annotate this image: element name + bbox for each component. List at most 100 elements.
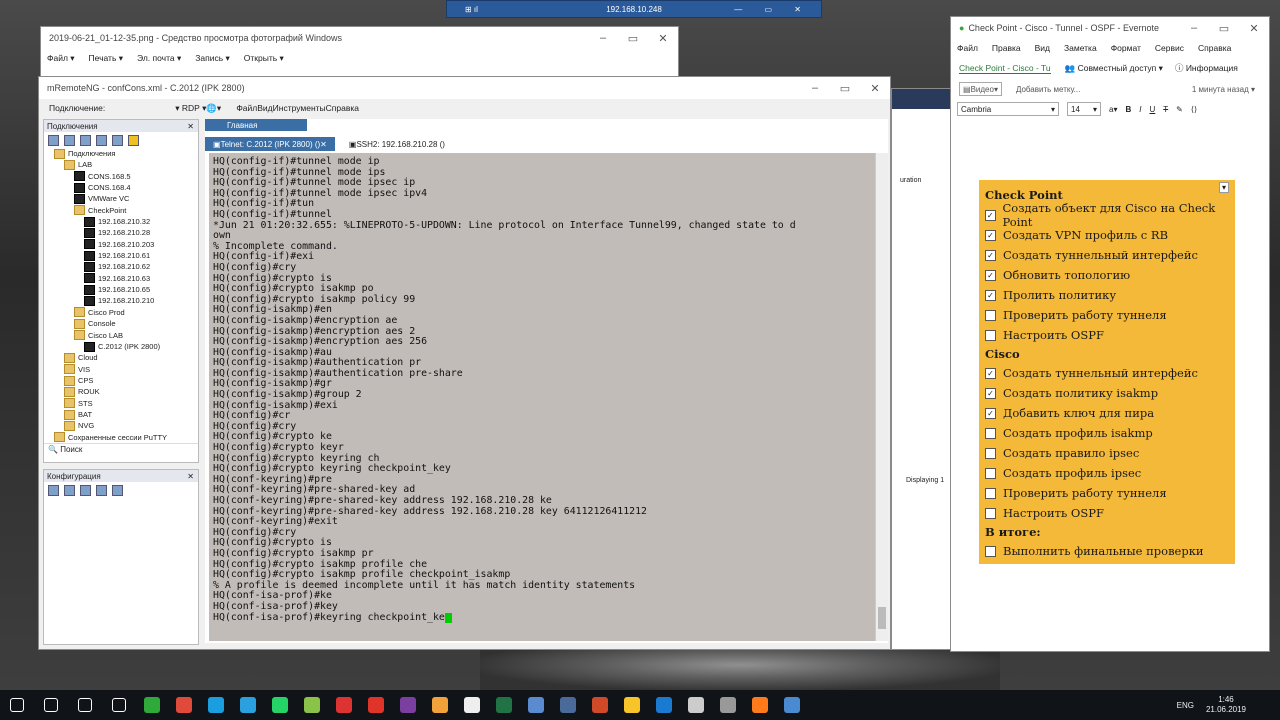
tree-item[interactable]: Console	[44, 318, 198, 329]
evernote-window[interactable]: ● Check Point - Cisco - Tunnel - OSPF - …	[950, 16, 1270, 652]
tree-item[interactable]: Подключения	[44, 148, 198, 159]
checklist-item[interactable]: Проверить работу туннеля	[979, 305, 1235, 325]
tree-item[interactable]: CONS.168.4	[44, 182, 198, 193]
menu-item[interactable]: Файл ▾	[47, 53, 75, 64]
menu-item[interactable]: Печать ▾	[89, 53, 123, 64]
notepadpp-icon[interactable]	[304, 697, 320, 713]
tree-item[interactable]: STS	[44, 398, 198, 409]
terminal-console[interactable]: HQ(config-if)#tunnel mode ip HQ(config-if…	[209, 153, 879, 641]
menu-item[interactable]: Сервис	[1155, 43, 1184, 53]
maximize-button[interactable]: ▭	[618, 32, 648, 45]
chrome-icon[interactable]	[176, 697, 192, 713]
checklist-item[interactable]: Создать правило ipsec	[979, 443, 1235, 463]
checkbox[interactable]	[985, 545, 996, 557]
menu-item[interactable]: Заметка	[1064, 43, 1097, 53]
checkbox[interactable]	[985, 309, 996, 321]
onenote-icon[interactable]	[400, 697, 416, 713]
tree-item[interactable]: CONS.168.5	[44, 171, 198, 182]
checkbox[interactable]: ✓	[985, 387, 996, 399]
minimize-button[interactable]: –	[588, 32, 618, 45]
text-color-icon[interactable]: a▾	[1109, 105, 1117, 114]
alphabetical-icon[interactable]	[64, 484, 75, 496]
search-app-icon[interactable]	[432, 697, 448, 713]
italic-icon[interactable]: I	[1139, 105, 1141, 114]
close-panel-icon[interactable]: ✕	[187, 122, 194, 131]
inheritance-icon[interactable]	[112, 484, 123, 496]
tags-input[interactable]: Добавить метку...	[1016, 85, 1080, 94]
expand-icon[interactable]	[80, 134, 91, 146]
note-tab[interactable]: Check Point - Cisco - Tu	[959, 63, 1051, 74]
clock[interactable]: 1:46 21.06.2019	[1206, 695, 1246, 715]
checklist-item[interactable]: Настроить OSPF	[979, 503, 1235, 523]
menu-item[interactable]: Файл	[236, 103, 257, 113]
evernote-titlebar[interactable]: ● Check Point - Cisco - Tunnel - OSPF - …	[951, 17, 1269, 39]
menu-item[interactable]: Справка	[1198, 43, 1231, 53]
checkbox[interactable]: ✓	[985, 269, 996, 281]
new-folder-icon[interactable]	[64, 134, 75, 146]
menu-item[interactable]: Справка	[326, 103, 359, 113]
checklist-item[interactable]: ✓ Создать туннельный интерфейс	[979, 245, 1235, 265]
whatsapp-icon[interactable]	[272, 697, 288, 713]
checklist-item[interactable]: ✓ Создать политику isakmp	[979, 383, 1235, 403]
checklist-item[interactable]: Настроить OSPF	[979, 325, 1235, 345]
note-body[interactable]: ▾ Check Point ✓ Создать объект для Cisco на…	[979, 180, 1235, 564]
minimize-button[interactable]: –	[800, 82, 830, 95]
tree-item[interactable]: Cisco Prod	[44, 307, 198, 318]
taskview-icon[interactable]	[78, 698, 92, 712]
close-tab-icon[interactable]: ✕	[320, 140, 327, 149]
font-size-selector[interactable]: 14 ▾	[1067, 102, 1101, 116]
session-tab[interactable]: ▣ Telnet: C.2012 (IPK 2800) () ✕	[205, 137, 335, 151]
tree-item[interactable]: Cloud	[44, 352, 198, 363]
telegram-icon[interactable]	[240, 697, 256, 713]
tree-item[interactable]: 192.168.210.32	[44, 216, 198, 227]
tree-item[interactable]: NVG	[44, 420, 198, 431]
skype-icon[interactable]	[208, 697, 224, 713]
vpn-icon[interactable]	[560, 697, 576, 713]
tree-item[interactable]: VIS	[44, 364, 198, 375]
default-props-icon[interactable]	[96, 484, 107, 496]
checkbox[interactable]: ✓	[985, 289, 996, 301]
scrollbar-thumb[interactable]	[878, 607, 886, 629]
checklist-item[interactable]: ✓ Создать туннельный интерфейс	[979, 363, 1235, 383]
filezilla-icon[interactable]	[336, 697, 352, 713]
new-connection-icon[interactable]	[48, 134, 59, 146]
tree-item[interactable]: 192.168.210.203	[44, 239, 198, 250]
chrome-green-icon[interactable]	[144, 697, 160, 713]
terminal-icon[interactable]	[112, 698, 126, 712]
mail-icon[interactable]	[656, 697, 672, 713]
tree-item[interactable]: VMWare VC	[44, 193, 198, 205]
checklist-item[interactable]: Проверить работу туннеля	[979, 483, 1235, 503]
underline-icon[interactable]: U	[1149, 105, 1155, 114]
notebook-selector[interactable]: ▤ Видео ▾	[959, 82, 1002, 96]
close-button[interactable]: ✕	[648, 32, 678, 45]
menu-item[interactable]: Вид	[257, 103, 272, 113]
tree-item[interactable]: C.2012 (IPK 2800)	[44, 341, 198, 352]
checkbox[interactable]	[985, 329, 996, 341]
checkbox[interactable]	[985, 467, 996, 479]
strikethrough-icon[interactable]: T	[1163, 105, 1168, 114]
minimize-button[interactable]: –	[1179, 22, 1209, 35]
menu-item[interactable]: Инструменты	[273, 103, 326, 113]
checklist-item[interactable]: ✓ Обновить топологию	[979, 265, 1235, 285]
session-tab[interactable]: ▣ SSH2: 192.168.210.28 ()	[341, 137, 453, 151]
rdp-icon[interactable]	[784, 697, 800, 713]
desktop-icon[interactable]	[688, 697, 704, 713]
checkbox[interactable]	[985, 487, 996, 499]
start-icon[interactable]	[10, 698, 24, 712]
menu-item[interactable]: Файл	[957, 43, 978, 53]
tree-item[interactable]: Cisco LAB	[44, 330, 198, 341]
bold-icon[interactable]: B	[1125, 105, 1131, 114]
checkbox[interactable]: ✓	[985, 229, 996, 241]
connections-search[interactable]: 🔍 Поиск	[44, 442, 198, 456]
mremoteng-window[interactable]: mRemoteNG - confCons.xml - C.2012 (IPK 2…	[38, 76, 891, 650]
background-window[interactable]: uration Displaying 1	[891, 88, 952, 650]
tree-item[interactable]: 192.168.210.62	[44, 261, 198, 273]
checklist-item[interactable]: ✓ Создать объект для Cisco на Check Point	[979, 201, 1235, 229]
checkbox[interactable]: ✓	[985, 209, 996, 221]
close-button[interactable]: ✕	[1239, 22, 1269, 35]
pdf-icon[interactable]	[592, 697, 608, 713]
photo-viewer-titlebar[interactable]: 2019-06-21_01-12-35.png - Средство просм…	[41, 27, 678, 49]
checkbox[interactable]	[985, 447, 996, 459]
menu-item[interactable]: Правка	[992, 43, 1021, 53]
properties-icon[interactable]	[80, 484, 91, 496]
